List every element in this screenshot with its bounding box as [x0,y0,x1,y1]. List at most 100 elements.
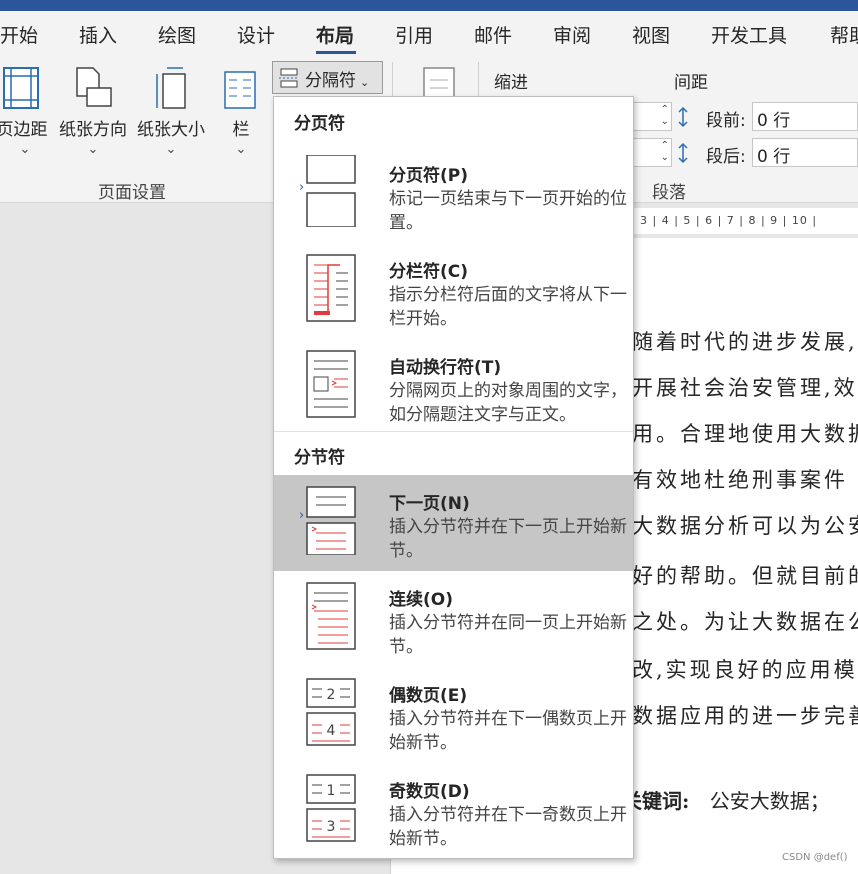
menu-item-next-page[interactable]: › 下一页(N) 插入分节符并在下一页上开始新节。 [274,475,633,571]
tab-layout[interactable]: 布局 [316,21,354,48]
spacing-before-label: 段前: [706,111,746,131]
caret-icon: › [299,180,305,195]
chevron-down-icon: ⌄ [165,142,177,157]
watermark: CSDN @def() [782,852,848,863]
item-description: 插入分节符并在下一页上开始新节。 [389,517,627,561]
columns-label: 栏 [232,120,250,140]
menu-item-even-page[interactable]: 2 4 偶数页(E) 插入分节符并在下一偶数页上开始新节。 [274,667,633,763]
active-tab-indicator [316,51,356,54]
even-page-icon: 2 4 [306,678,356,746]
margins-icon [3,67,39,109]
section-divider [274,431,633,432]
document-text-line: 用。合理地使用大数据 [632,422,858,446]
item-title: 奇数页(D) [389,782,470,802]
ribbon-tab-bar: 开始 插入 绘图 设计 布局 引用 邮件 审阅 视图 开发工具 帮助 [0,11,858,56]
keywords-line: 关键词: 公安大数据； [622,785,830,814]
next-page-icon [306,486,356,555]
chevron-down-icon: ⌄ [235,142,247,157]
title-bar [0,0,858,11]
document-text-line: 改,实现良好的应用模 [632,658,858,682]
tab-draw[interactable]: 绘图 [158,21,196,48]
svg-text:1: 1 [327,783,336,799]
indent-left-field[interactable]: ⌃ ⌄ [632,102,672,131]
odd-page-icon: 1 3 [306,774,356,842]
svg-text:3: 3 [327,819,336,835]
spacing-after-value: 0 行 [757,147,791,167]
tab-review[interactable]: 审阅 [553,21,591,48]
chevron-down-icon: ⌄ [87,142,99,157]
item-description: 插入分节符并在同一页上开始新节。 [389,613,627,657]
item-description: 插入分节符并在下一偶数页上开始新节。 [389,709,627,753]
tab-help[interactable]: 帮助 [830,21,858,48]
spinner-arrows-icon[interactable]: ⌃ ⌄ [661,140,669,164]
orientation-label: 纸张方向 [59,120,127,140]
spacing-before-value: 0 行 [757,111,791,131]
menu-item-page-break[interactable]: › 分页符(P) 标记一页结束与下一页开始的位置。 [274,147,633,243]
svg-text:2: 2 [327,687,336,703]
section-breaks-header: 分节符 [294,448,345,468]
menu-item-column-break[interactable]: 分栏符(C) 指示分栏符后面的文字将从下一栏开始。 [274,243,633,339]
margins-label: 页边距 [0,120,48,140]
menu-item-continuous[interactable]: 连续(O) 插入分节符并在同一页上开始新节。 [274,571,633,667]
orientation-icon [76,67,112,107]
tab-design[interactable]: 设计 [237,21,275,48]
item-description: 指示分栏符后面的文字将从下一栏开始。 [389,285,627,329]
spacing-before-icon [678,106,688,128]
document-text-line: 数据应用的进一步完善 [632,704,858,728]
document-text-line: 之处。为让大数据在公 [632,610,858,634]
item-title: 分页符(P) [389,166,468,186]
chevron-down-icon: ⌄ [360,76,370,89]
breaks-icon [279,68,299,88]
text-wrapping-break-icon [306,350,356,418]
paragraph-group-label: 段落 [652,183,686,203]
page-breaks-header: 分页符 [294,114,345,134]
tab-references[interactable]: 引用 [395,21,433,48]
document-text-line: 大数据分析可以为公安 [632,514,858,538]
margins-button[interactable]: 页边距 ⌄ [0,66,50,157]
item-title: 分栏符(C) [389,262,469,282]
spacing-after-icon [678,142,688,164]
spacing-before-field[interactable]: 0 行 [752,102,858,131]
item-title: 自动换行符(T) [389,358,502,378]
spacing-label: 间距 [674,73,708,93]
item-description: 分隔网页上的对象周围的文字，如分隔题注文字与正文。 [389,381,627,425]
tab-mailings[interactable]: 邮件 [474,21,512,48]
breaks-label: 分隔符 [305,71,356,91]
tab-home[interactable]: 开始 [0,21,38,48]
tab-developer[interactable]: 开发工具 [711,21,787,48]
indent-right-field[interactable]: ⌃ ⌄ [632,138,672,167]
ruler-ticks[interactable]: 3 | 4 | 5 | 6 | 7 | 8 | 9 | 10 | [610,208,858,234]
item-title: 连续(O) [389,590,453,610]
paper-size-icon [156,67,186,109]
item-title: 下一页(N) [389,494,470,514]
breaks-button[interactable]: 分隔符 ⌄ [272,61,383,94]
size-button[interactable]: 纸张大小 ⌄ [134,66,208,157]
menu-item-text-wrapping-break[interactable]: 自动换行符(T) 分隔网页上的对象周围的文字，如分隔题注文字与正文。 [274,339,633,435]
keywords-value: 公安大数据； [709,789,830,813]
document-text-line: 有效地杜绝刑事案件 [632,468,848,492]
spacing-after-label: 段后: [706,147,746,167]
column-break-icon [306,254,356,322]
spinner-arrows-icon[interactable]: ⌃ ⌄ [661,104,669,128]
spacing-after-field[interactable]: 0 行 [752,138,858,167]
item-description: 标记一页结束与下一页开始的位置。 [389,189,627,233]
document-text-line: 好的帮助。但就目前的 [632,564,858,588]
svg-text:4: 4 [327,723,336,739]
menu-item-odd-page[interactable]: 1 3 奇数页(D) 插入分节符并在下一奇数页上开始新节。 [274,763,633,859]
item-description: 插入分节符并在下一奇数页上开始新节。 [389,805,627,849]
breaks-dropdown-menu: 分页符 › 分页符(P) 标记一页结束与下一页开始的位置。 分栏符(C) 指示分… [273,96,634,859]
indent-label: 缩进 [494,73,528,93]
columns-button[interactable]: 栏 ⌄ [220,66,262,157]
orientation-button[interactable]: 纸张方向 ⌄ [56,66,130,157]
item-title: 偶数页(E) [389,686,468,706]
page-break-icon [306,155,356,227]
tab-view[interactable]: 视图 [632,21,670,48]
columns-icon [224,71,256,109]
document-text-line: 随着时代的进步发展,对 [632,330,858,354]
page-setup-group-label: 页面设置 [98,183,166,203]
size-label: 纸张大小 [137,120,205,140]
tab-insert[interactable]: 插入 [79,21,117,48]
caret-icon: › [299,508,305,523]
document-text-line: 开展社会治安管理,效 [632,376,858,400]
continuous-icon [306,582,356,650]
